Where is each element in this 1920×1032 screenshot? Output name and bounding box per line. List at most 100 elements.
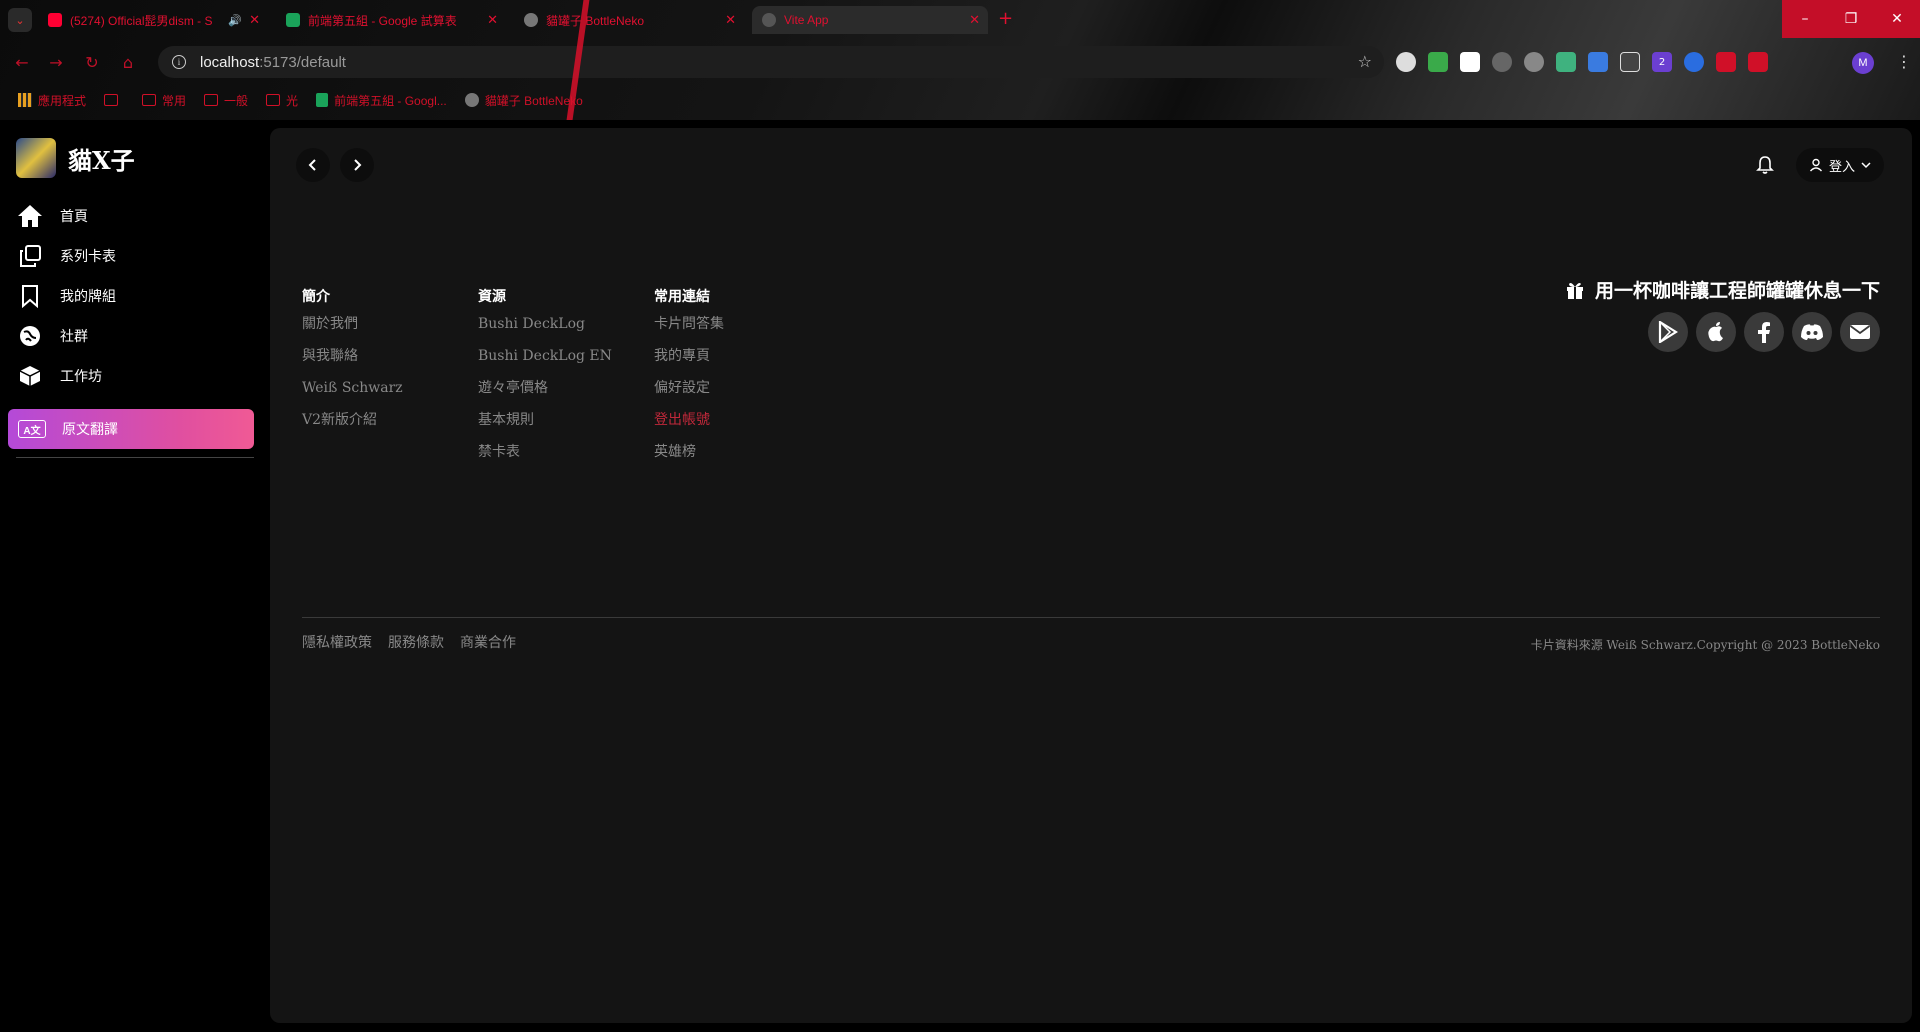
footer-col-about: 簡介 關於我們 與我聯絡 Weiß Schwarz V2新版介紹	[302, 276, 403, 436]
bookmark-bottleneko[interactable]: 貓罐子 BottleNeko	[464, 92, 583, 109]
feather-icon[interactable]	[1492, 52, 1512, 72]
glasses-icon[interactable]	[1620, 52, 1640, 72]
bookmark-icon	[16, 282, 44, 310]
footer-col-resources: 資源 Bushi DeckLog Bushi DeckLog EN 遊々亭價格 …	[478, 276, 612, 468]
bookmark-sheets[interactable]: 前端第五組 - Googl...	[316, 92, 447, 109]
shield-icon[interactable]	[1428, 52, 1448, 72]
tab-close-icon[interactable]: ✕	[725, 12, 736, 28]
new-tab-button[interactable]: +	[998, 8, 1013, 29]
sidebar-divider	[16, 457, 254, 458]
footer-link[interactable]: 與我聯絡	[302, 340, 403, 372]
window-controls: – ❐ ✕	[1782, 0, 1920, 38]
sidebar-item-label: 我的牌組	[60, 289, 116, 305]
vue-icon[interactable]	[1556, 52, 1576, 72]
social-links	[1648, 312, 1880, 352]
footer-link[interactable]: Weiß Schwarz	[302, 372, 403, 404]
translate-icon: A文	[18, 420, 46, 438]
copyright-text: 卡片資料來源 Weiß Schwarz.Copyright @ 2023 Bot…	[1530, 638, 1880, 652]
tab-search-button[interactable]: ⌄	[8, 8, 32, 32]
sidebar-item-community[interactable]: 社群	[16, 316, 256, 356]
footer-col-title: 簡介	[302, 289, 330, 305]
notification-bell-icon[interactable]	[1750, 150, 1780, 180]
reload-icon[interactable]: ↻	[80, 50, 104, 74]
speaker-icon[interactable]: 🔊	[228, 14, 242, 27]
tab-youtube[interactable]: (5274) Official髭男dism - S 🔊 ✕	[38, 6, 268, 34]
translate-label: 原文翻譯	[62, 422, 118, 438]
home-icon[interactable]: ⌂	[116, 50, 140, 74]
sidebar-item-workshop[interactable]: 工作坊	[16, 356, 256, 396]
main-panel: 登入 簡介 關於我們 與我聯絡 Weiß Schwarz V2新版介紹 資源 B…	[270, 128, 1912, 1023]
minimize-button[interactable]: –	[1782, 0, 1828, 38]
extension-icon[interactable]	[1396, 52, 1416, 72]
sidebar-item-series[interactable]: 系列卡表	[16, 236, 256, 276]
bottleneko-icon	[464, 93, 479, 107]
tab-strip: ⌄ (5274) Official髭男dism - S 🔊 ✕ 前端第五組 - …	[0, 0, 1780, 40]
bookmark-folder[interactable]: 光	[266, 92, 298, 109]
sidebar-item-home[interactable]: 首頁	[16, 196, 256, 236]
footer-link[interactable]: 偏好設定	[654, 372, 724, 404]
browser-menu-icon[interactable]: ⋮	[1896, 52, 1912, 71]
donate-link[interactable]: 用一杯咖啡讓工程師罐罐休息一下	[1565, 276, 1880, 303]
extension-badge-icon[interactable]: 2	[1652, 52, 1672, 72]
site-info-icon[interactable]: i	[172, 55, 186, 69]
footer-col-links: 常用連結 卡片問答集 我的專頁 偏好設定 登出帳號 英雄榜	[654, 276, 724, 468]
footer-link[interactable]: 禁卡表	[478, 436, 612, 468]
footer-link[interactable]: 卡片問答集	[654, 308, 724, 340]
footer-link[interactable]: Bushi DeckLog	[478, 308, 612, 340]
google-play-icon[interactable]	[1648, 312, 1688, 352]
privacy-link[interactable]: 隱私權政策	[302, 632, 372, 652]
business-link[interactable]: 商業合作	[460, 632, 516, 652]
bookmark-item[interactable]	[104, 94, 124, 106]
globe-icon	[16, 322, 44, 350]
bookmark-apps[interactable]: 應用程式	[18, 92, 86, 109]
address-bar[interactable]: i localhost:5173/default ☆	[158, 46, 1384, 78]
translate-button[interactable]: A文 原文翻譯	[8, 409, 254, 449]
tab-sheets[interactable]: 前端第五組 - Google 試算表 ✕	[276, 6, 506, 34]
tab-close-icon[interactable]: ✕	[969, 12, 980, 28]
login-button[interactable]: 登入	[1796, 148, 1884, 182]
sidebar-item-decks[interactable]: 我的牌組	[16, 276, 256, 316]
extension-icon[interactable]	[1684, 52, 1704, 72]
footer-link[interactable]: 基本規則	[478, 404, 612, 436]
discord-icon[interactable]	[1792, 312, 1832, 352]
folder-icon	[266, 94, 281, 106]
logout-link[interactable]: 登出帳號	[654, 404, 724, 436]
footer-link[interactable]: 遊々亭價格	[478, 372, 612, 404]
donate-label: 用一杯咖啡讓工程師罐罐休息一下	[1594, 280, 1880, 302]
tab-bottleneko[interactable]: 貓罐子 BottleNeko ✕	[514, 6, 744, 34]
translate-icon[interactable]	[1588, 52, 1608, 72]
tab-close-icon[interactable]: ✕	[249, 12, 260, 28]
footer-link[interactable]: Bushi DeckLog EN	[478, 340, 612, 372]
legal-links: 隱私權政策 服務條款 商業合作	[302, 632, 516, 652]
tab-vite-app[interactable]: Vite App ✕	[752, 6, 988, 34]
profile-avatar[interactable]: M	[1852, 52, 1874, 74]
bookmark-folder[interactable]: 一般	[204, 92, 248, 109]
terms-link[interactable]: 服務條款	[388, 632, 444, 652]
bookmark-star-icon[interactable]: ☆	[1358, 52, 1372, 71]
qr-icon[interactable]	[1460, 52, 1480, 72]
back-icon[interactable]: ←	[10, 50, 34, 74]
sidebar-item-label: 社群	[60, 329, 88, 345]
folder-icon	[142, 94, 157, 106]
bookmark-folder[interactable]: 常用	[142, 92, 186, 109]
extension-icon[interactable]	[1524, 52, 1544, 72]
close-window-button[interactable]: ✕	[1874, 0, 1920, 38]
footer-link[interactable]: 英雄榜	[654, 436, 724, 468]
bottleneko-icon	[524, 13, 538, 27]
brand-logo[interactable]: 貓X子	[16, 138, 135, 178]
footer-link[interactable]: 我的專頁	[654, 340, 724, 372]
puzzle-icon[interactable]	[1716, 52, 1736, 72]
reading-list-icon[interactable]	[1748, 52, 1768, 72]
restore-button[interactable]: ❐	[1828, 0, 1874, 38]
forward-icon[interactable]: →	[44, 50, 68, 74]
tab-close-icon[interactable]: ✕	[487, 12, 498, 28]
chevron-right-icon	[354, 159, 362, 171]
apple-icon[interactable]	[1696, 312, 1736, 352]
footer-link[interactable]: 關於我們	[302, 308, 403, 340]
box-icon	[16, 362, 44, 390]
email-icon[interactable]	[1840, 312, 1880, 352]
footer-link[interactable]: V2新版介紹	[302, 404, 403, 436]
facebook-icon[interactable]	[1744, 312, 1784, 352]
back-button[interactable]	[296, 148, 330, 182]
forward-button[interactable]	[340, 148, 374, 182]
